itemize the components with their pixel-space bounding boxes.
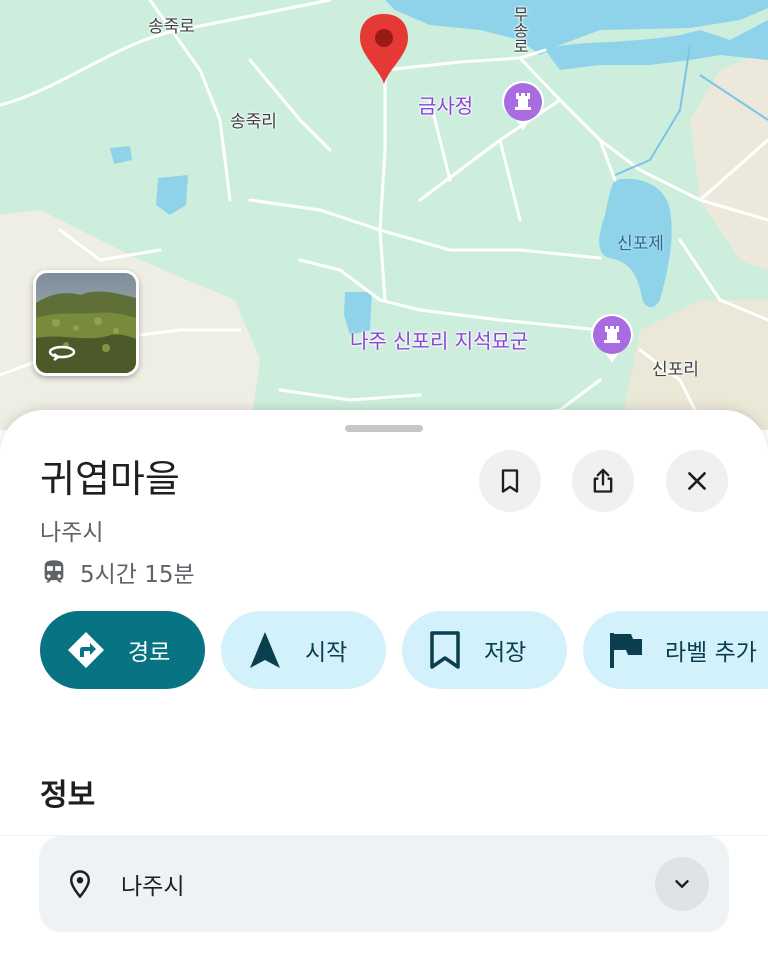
expand-button[interactable]	[655, 857, 709, 911]
transit-time: 5시간 15분	[80, 562, 195, 588]
road-label: 송죽로	[148, 17, 195, 37]
share-button[interactable]	[572, 450, 634, 512]
road-label: 무송로	[510, 6, 529, 54]
monument-icon[interactable]	[501, 80, 545, 132]
directions-icon	[68, 632, 104, 668]
share-icon	[593, 468, 613, 493]
bookmark-icon	[430, 631, 460, 669]
save-button[interactable]	[479, 450, 541, 512]
chevron-down-icon	[675, 880, 689, 888]
save-chip-button[interactable]: 저장	[402, 611, 567, 689]
navigation-arrow-icon	[250, 632, 280, 668]
place-title: 귀엽마을	[40, 457, 180, 501]
flag-icon	[610, 633, 642, 668]
close-icon	[688, 472, 706, 490]
village-label: 송죽리	[230, 112, 277, 132]
bookmark-icon	[501, 469, 519, 493]
village-label: 신포리	[652, 360, 699, 380]
location-pin-icon	[69, 870, 91, 899]
place-details-sheet: 귀엽마을 나주시 5시간 15분 경로 시작 저장 라벨 추가 정보 나주시	[0, 410, 768, 960]
poi-label[interactable]: 금사정	[418, 90, 473, 119]
address-row[interactable]: 나주시	[39, 836, 729, 932]
add-label-button[interactable]: 라벨 추가	[583, 611, 768, 689]
transit-info: 5시간 15분	[40, 555, 195, 589]
train-icon	[44, 560, 64, 583]
rotate-360-icon	[48, 345, 76, 361]
map-view[interactable]: 송죽로 무송로 송죽리 신포리 신포제 금사정 나주 신포리 지석묘군	[0, 0, 768, 430]
maps-screen: 송죽로 무송로 송죽리 신포리 신포제 금사정 나주 신포리 지석묘군 귀엽마을…	[0, 0, 768, 960]
directions-label: 경로	[128, 640, 171, 666]
info-section-title: 정보	[40, 778, 96, 813]
monument-icon[interactable]	[590, 313, 634, 365]
start-label: 시작	[305, 640, 348, 666]
save-label: 저장	[484, 640, 527, 666]
add-label-label: 라벨 추가	[665, 640, 757, 666]
close-button[interactable]	[666, 450, 728, 512]
action-chips: 경로 시작 저장 라벨 추가	[40, 611, 768, 689]
address-text: 나주시	[121, 874, 185, 900]
start-button[interactable]: 시작	[221, 611, 386, 689]
streetview-thumbnail[interactable]	[33, 270, 139, 376]
poi-label[interactable]: 나주 신포리 지석묘군	[350, 325, 528, 354]
place-subtitle: 나주시	[40, 520, 104, 546]
directions-button[interactable]: 경로	[40, 611, 205, 689]
reservoir-label: 신포제	[617, 234, 664, 254]
drag-handle[interactable]	[345, 425, 423, 432]
